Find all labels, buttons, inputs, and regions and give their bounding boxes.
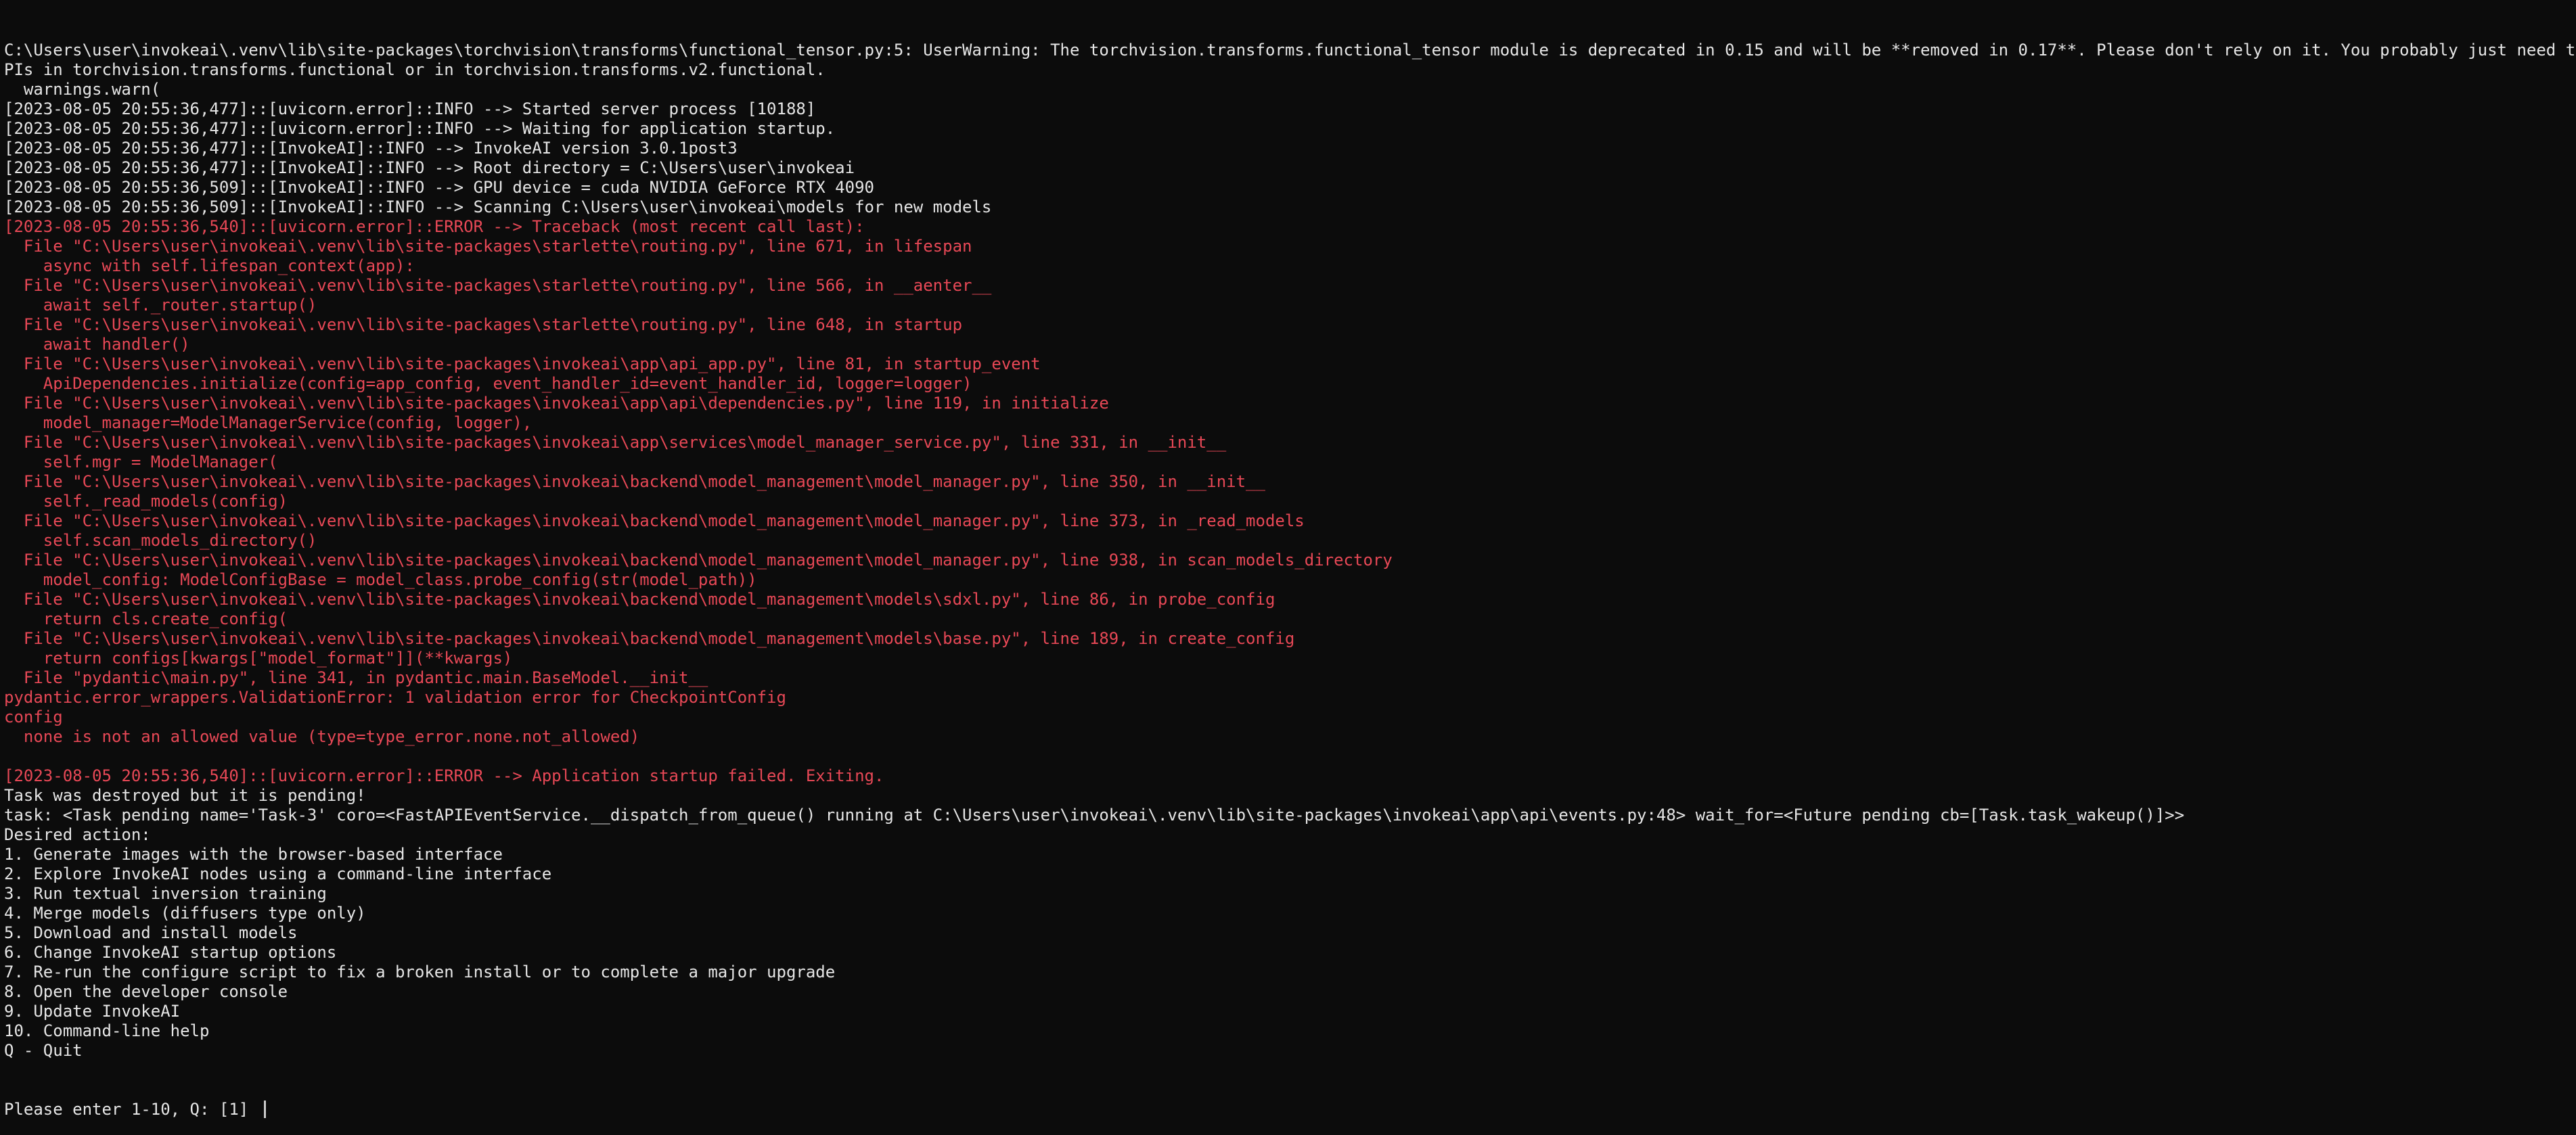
text-cursor — [263, 1101, 266, 1118]
output-line: 5. Download and install models — [4, 923, 298, 942]
output-line: 6. Change InvokeAI startup options — [4, 943, 337, 962]
output-line: [2023-08-05 20:55:36,477]::[uvicorn.erro… — [4, 99, 816, 118]
output-line: [2023-08-05 20:55:36,477]::[InvokeAI]::I… — [4, 158, 855, 177]
output-line: PIs in torchvision.transforms.functional… — [4, 60, 826, 79]
error-line: [2023-08-05 20:55:36,540]::[uvicorn.erro… — [4, 217, 865, 236]
error-line: File "C:\Users\user\invokeai\.venv\lib\s… — [4, 276, 992, 295]
output-line: 4. Merge models (diffusers type only) — [4, 904, 366, 923]
prompt-line[interactable]: Please enter 1-10, Q: [1] — [4, 1100, 2572, 1119]
error-line: File "C:\Users\user\invokeai\.venv\lib\s… — [4, 472, 1265, 491]
output-line: Q - Quit — [4, 1041, 83, 1060]
error-line: await self._router.startup() — [4, 296, 317, 315]
error-line: ApiDependencies.initialize(config=app_co… — [4, 374, 972, 393]
output-line: task: <Task pending name='Task-3' coro=<… — [4, 806, 2185, 825]
output-line: 9. Update InvokeAI — [4, 1002, 181, 1021]
terminal-window[interactable]: C:\Users\user\invokeai\.venv\lib\site-pa… — [0, 0, 2576, 1135]
error-line: return configs[kwargs["model_format"]](*… — [4, 649, 513, 668]
error-line: return cls.create_config( — [4, 609, 288, 628]
error-line: self.scan_models_directory() — [4, 531, 317, 550]
error-line: pydantic.error_wrappers.ValidationError:… — [4, 688, 786, 707]
output-line: 10. Command-line help — [4, 1021, 210, 1040]
error-line: none is not an allowed value (type=type_… — [4, 727, 640, 746]
error-line: File "C:\Users\user\invokeai\.venv\lib\s… — [4, 354, 1041, 373]
output-line: [2023-08-05 20:55:36,477]::[InvokeAI]::I… — [4, 139, 738, 158]
error-line: File "C:\Users\user\invokeai\.venv\lib\s… — [4, 394, 1109, 413]
output-line: C:\Users\user\invokeai\.venv\lib\site-pa… — [4, 41, 2576, 60]
error-line: File "C:\Users\user\invokeai\.venv\lib\s… — [4, 511, 1305, 530]
error-line: await handler() — [4, 335, 190, 354]
output-line: Desired action: — [4, 825, 151, 844]
error-line: File "C:\Users\user\invokeai\.venv\lib\s… — [4, 315, 963, 334]
error-line: async with self.lifespan_context(app): — [4, 256, 415, 275]
error-line: config — [4, 708, 63, 726]
error-line: model_manager=ModelManagerService(config… — [4, 413, 533, 432]
output-line: warnings.warn( — [4, 80, 161, 99]
error-line: self.mgr = ModelManager( — [4, 453, 278, 471]
output-line: 8. Open the developer console — [4, 982, 288, 1001]
output-line: 3. Run textual inversion training — [4, 884, 327, 903]
output-line: [2023-08-05 20:55:36,477]::[uvicorn.erro… — [4, 119, 836, 138]
error-line: [2023-08-05 20:55:36,540]::[uvicorn.erro… — [4, 766, 884, 785]
error-line: File "C:\Users\user\invokeai\.venv\lib\s… — [4, 629, 1295, 648]
error-line: self._read_models(config) — [4, 492, 288, 511]
error-line: model_config: ModelConfigBase = model_cl… — [4, 570, 757, 589]
output-line: 2. Explore InvokeAI nodes using a comman… — [4, 864, 552, 883]
output-line: [2023-08-05 20:55:36,509]::[InvokeAI]::I… — [4, 198, 992, 216]
terminal-output: C:\Users\user\invokeai\.venv\lib\site-pa… — [4, 41, 2576, 1061]
error-line: File "C:\Users\user\invokeai\.venv\lib\s… — [4, 237, 972, 256]
output-line: 7. Re-run the configure script to fix a … — [4, 963, 836, 981]
error-line: File "pydantic\main.py", line 341, in py… — [4, 668, 708, 687]
output-line: [2023-08-05 20:55:36,509]::[InvokeAI]::I… — [4, 178, 874, 197]
input-prompt: Please enter 1-10, Q: [1] — [4, 1100, 258, 1119]
error-line: File "C:\Users\user\invokeai\.venv\lib\s… — [4, 590, 1275, 609]
error-line: File "C:\Users\user\invokeai\.venv\lib\s… — [4, 551, 1393, 570]
output-line: Task was destroyed but it is pending! — [4, 786, 366, 805]
output-line: 1. Generate images with the browser-base… — [4, 845, 503, 864]
error-line: File "C:\Users\user\invokeai\.venv\lib\s… — [4, 433, 1227, 452]
